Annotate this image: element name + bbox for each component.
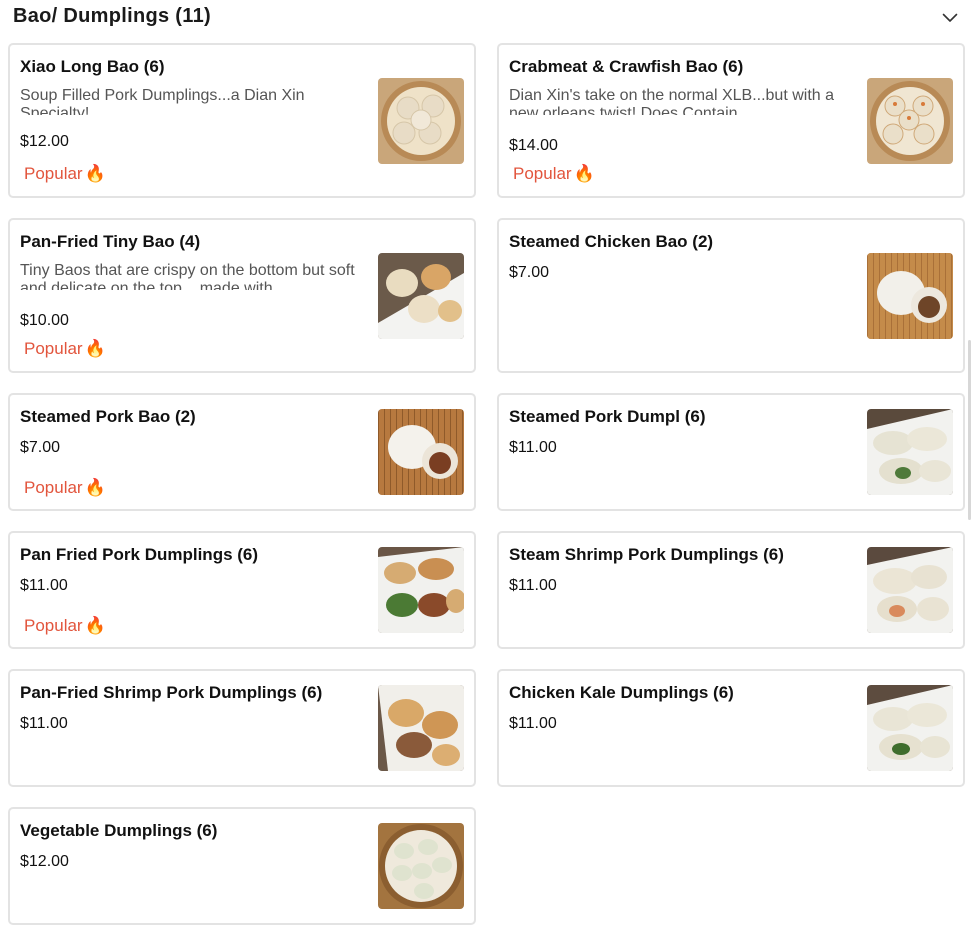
item-description: Dian Xin's take on the normal XLB...but … xyxy=(509,87,835,115)
item-price: $12.00 xyxy=(20,853,69,870)
menu-item-card[interactable]: Crabmeat & Crawfish Bao (6) Dian Xin's t… xyxy=(497,43,965,198)
item-name: Pan-Fried Shrimp Pork Dumplings (6) xyxy=(20,683,323,702)
item-price: $12.00 xyxy=(20,133,69,150)
popular-badge: Popular 🔥 xyxy=(24,336,106,362)
menu-item-card[interactable]: Pan Fried Pork Dumplings (6) $11.00 Popu… xyxy=(8,531,476,649)
item-image xyxy=(378,409,464,495)
item-image xyxy=(378,685,464,771)
menu-item-card[interactable]: Pan-Fried Shrimp Pork Dumplings (6) $11.… xyxy=(8,669,476,787)
item-price: $11.00 xyxy=(20,715,68,732)
item-name: Steam Shrimp Pork Dumplings (6) xyxy=(509,545,784,564)
menu-item-card[interactable]: Steam Shrimp Pork Dumplings (6) $11.00 xyxy=(497,531,965,649)
menu-item-card[interactable]: Steamed Pork Bao (2) $7.00 Popular 🔥 xyxy=(8,393,476,511)
flame-icon: 🔥 xyxy=(84,616,106,635)
item-price: $11.00 xyxy=(509,577,557,594)
item-description: Tiny Baos that are crispy on the bottom … xyxy=(20,262,355,290)
item-image xyxy=(867,78,953,164)
item-name: Xiao Long Bao (6) xyxy=(20,57,165,76)
item-name: Steamed Pork Dumpl (6) xyxy=(509,407,706,426)
section-header[interactable]: Bao/ Dumplings (11) xyxy=(0,0,972,36)
item-price: $11.00 xyxy=(509,439,557,456)
popular-badge: Popular 🔥 xyxy=(24,475,106,501)
menu-item-card[interactable]: Steamed Pork Dumpl (6) $11.00 xyxy=(497,393,965,511)
menu-item-card[interactable]: Steamed Chicken Bao (2) $7.00 xyxy=(497,218,965,373)
scrollbar[interactable] xyxy=(968,340,971,520)
item-image xyxy=(378,253,464,339)
popular-badge: Popular 🔥 xyxy=(24,613,106,639)
item-name: Crabmeat & Crawfish Bao (6) xyxy=(509,57,744,76)
popular-badge-label: Popular xyxy=(24,339,83,358)
item-image xyxy=(378,78,464,164)
item-price: $7.00 xyxy=(20,439,61,456)
popular-badge: Popular 🔥 xyxy=(24,161,106,187)
menu-item-card[interactable]: Xiao Long Bao (6) Soup Filled Pork Dumpl… xyxy=(8,43,476,198)
item-price: $11.00 xyxy=(509,715,557,732)
item-price: $10.00 xyxy=(20,312,69,329)
flame-icon: 🔥 xyxy=(84,339,106,358)
item-price: $11.00 xyxy=(20,577,68,594)
menu-item-card[interactable]: Chicken Kale Dumplings (6) $11.00 xyxy=(497,669,965,787)
item-image xyxy=(867,409,953,495)
popular-badge-label: Popular xyxy=(24,616,83,635)
popular-badge-label: Popular xyxy=(24,164,83,183)
item-image xyxy=(378,823,464,909)
item-image xyxy=(867,253,953,339)
item-price: $14.00 xyxy=(509,137,558,154)
item-name: Pan-Fried Tiny Bao (4) xyxy=(20,232,201,251)
popular-badge-label: Popular xyxy=(24,478,83,497)
item-image xyxy=(378,547,464,633)
menu-item-card[interactable]: Pan-Fried Tiny Bao (4) Tiny Baos that ar… xyxy=(8,218,476,373)
section-title: Bao/ Dumplings (11) xyxy=(13,5,211,27)
item-name: Chicken Kale Dumplings (6) xyxy=(509,683,734,702)
flame-icon: 🔥 xyxy=(84,164,106,183)
popular-badge: Popular 🔥 xyxy=(513,161,595,187)
popular-badge-label: Popular xyxy=(513,164,572,183)
item-image xyxy=(867,547,953,633)
chevron-down-icon[interactable] xyxy=(938,6,962,30)
item-image xyxy=(867,685,953,771)
item-name: Vegetable Dumplings (6) xyxy=(20,821,218,840)
item-price: $7.00 xyxy=(509,264,550,281)
item-name: Steamed Pork Bao (2) xyxy=(20,407,196,426)
flame-icon: 🔥 xyxy=(573,164,595,183)
item-name: Steamed Chicken Bao (2) xyxy=(509,232,714,251)
flame-icon: 🔥 xyxy=(84,478,106,497)
item-description: Soup Filled Pork Dumplings...a Dian Xin … xyxy=(20,87,305,115)
menu-item-card[interactable]: Vegetable Dumplings (6) $12.00 xyxy=(8,807,476,925)
item-name: Pan Fried Pork Dumplings (6) xyxy=(20,545,259,564)
